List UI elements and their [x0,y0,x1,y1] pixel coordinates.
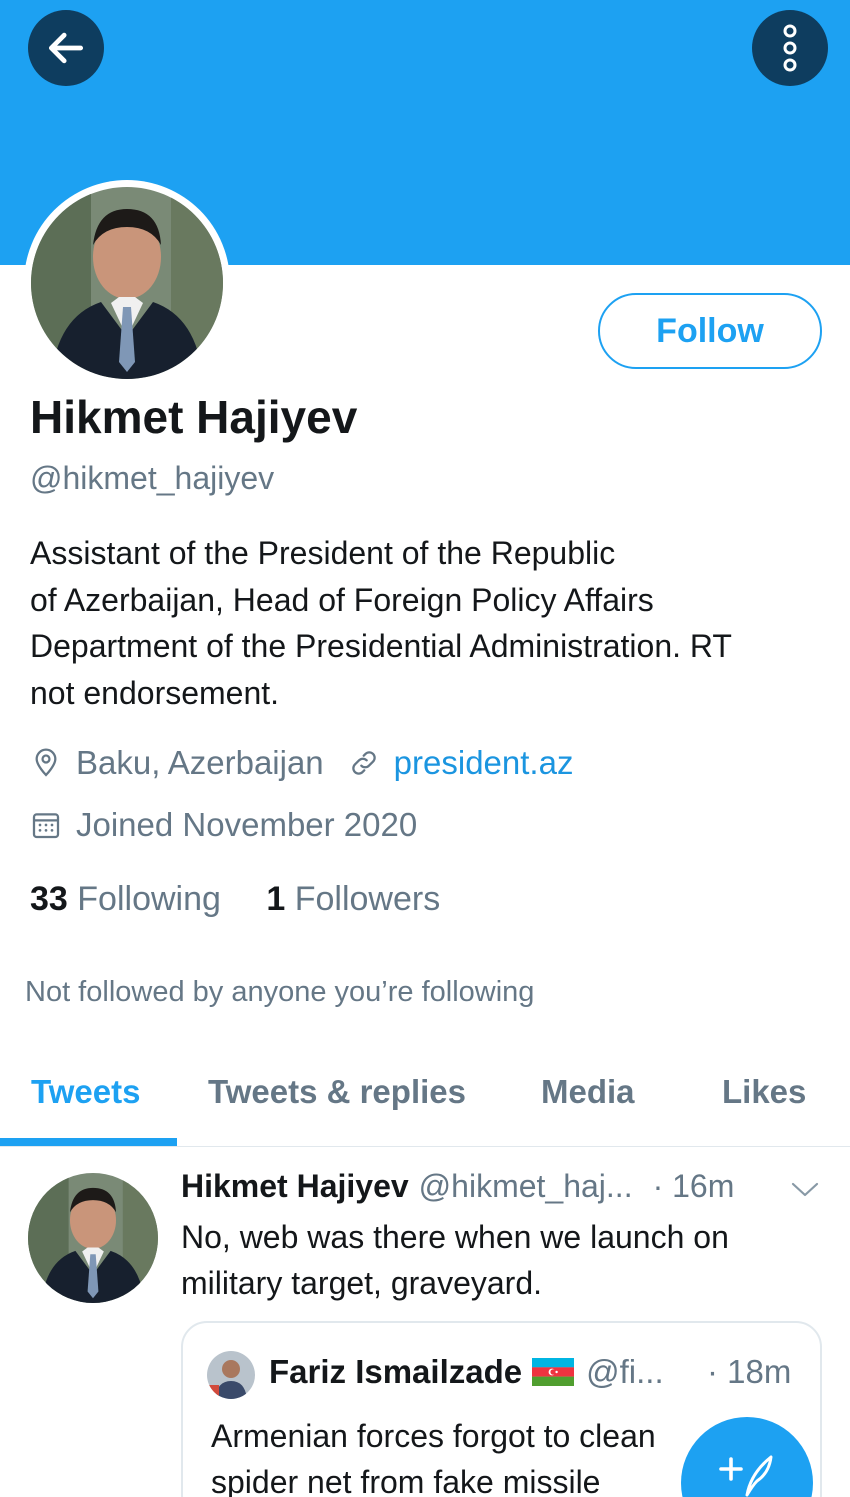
tab-tweets[interactable]: Tweets [31,1040,140,1144]
avatar-photo [207,1351,255,1399]
follow-counts: 33 Following 1 Followers [30,880,440,919]
profile-name: Hikmet Hajiyev [30,391,358,443]
back-button[interactable] [28,10,104,86]
calendar-icon [32,813,60,839]
followers-label: Followers [294,880,441,918]
profile-bio: Assistant of the President of the Republ… [30,530,830,716]
tab-media[interactable]: Media [541,1040,635,1144]
avatar-photo [31,187,223,379]
following-count: 33 [30,880,68,918]
more-vertical-icon [783,24,797,72]
quoted-author-name: Fariz Ismailzade [269,1353,523,1390]
tweet-author-avatar[interactable] [28,1173,158,1303]
followers-count: 1 [266,880,286,918]
bio-line: Department of the Presidential Administr… [30,628,732,664]
bio-line: not endorsement. [30,674,280,711]
profile-avatar[interactable] [24,180,230,386]
tweet-text: No, web was there when we launch on mili… [181,1214,821,1306]
not-followed-notice: Not followed by anyone you’re following [25,976,535,1008]
location-pin-icon [35,748,57,777]
azerbaijan-flag-icon [532,1358,575,1386]
compose-tweet-icon [719,1455,773,1497]
quoted-tweet-timestamp: · 18m [707,1353,792,1390]
quoted-tweet-header: Fariz Ismailzade @fi... [269,1353,664,1391]
tweet-author-handle[interactable]: @hikmet_haj... [419,1168,633,1205]
quoted-author-avatar [207,1351,255,1399]
tab-likes[interactable]: Likes [722,1040,806,1144]
arrow-left-icon [48,32,84,64]
tweet-text-line: military target, graveyard. [181,1265,543,1301]
link-icon [351,751,376,775]
following-label: Following [77,880,221,918]
more-options-button[interactable] [752,10,828,86]
website-link[interactable]: president.az [394,744,574,782]
tab-tweets-replies[interactable]: Tweets & replies [208,1040,466,1144]
tweet-author-name[interactable]: Hikmet Hajiyev [181,1168,409,1205]
bio-line: of Azerbaijan, Head of Foreign Policy Af… [30,581,654,618]
quoted-tweet-text: Armenian forces forgot to clean spider n… [211,1413,656,1497]
tweet-timestamp[interactable]: · 16m [653,1168,735,1205]
avatar-photo [28,1173,158,1303]
location-text: Baku, Azerbaijan [76,744,324,781]
profile-handle: @hikmet_hajiyev [30,460,275,496]
quoted-text-line: spider net from fake missile [211,1464,601,1497]
active-tab-indicator [0,1138,177,1146]
profile-meta-location: Baku, Azerbaijan president.az [30,744,573,782]
profile-meta-joined: Joined November 2020 [30,806,417,844]
quoted-text-line: Armenian forces forgot to clean [211,1418,656,1454]
tweet-text-line: No, web was there when we launch on [181,1219,729,1255]
follow-button[interactable]: Follow [598,293,822,369]
profile-tabs: Tweets Tweets & replies Media Likes [0,1040,850,1147]
followers-link[interactable]: 1 Followers [266,880,440,918]
joined-text: Joined November 2020 [76,806,418,843]
quoted-author-handle: @fi... [586,1353,664,1390]
bio-line: Assistant of the President of the Republ… [30,535,616,571]
following-link[interactable]: 33 Following [30,880,221,918]
tweet-header: Hikmet Hajiyev @hikmet_haj... · 16m [181,1168,821,1205]
chevron-down-icon[interactable] [790,1180,820,1200]
